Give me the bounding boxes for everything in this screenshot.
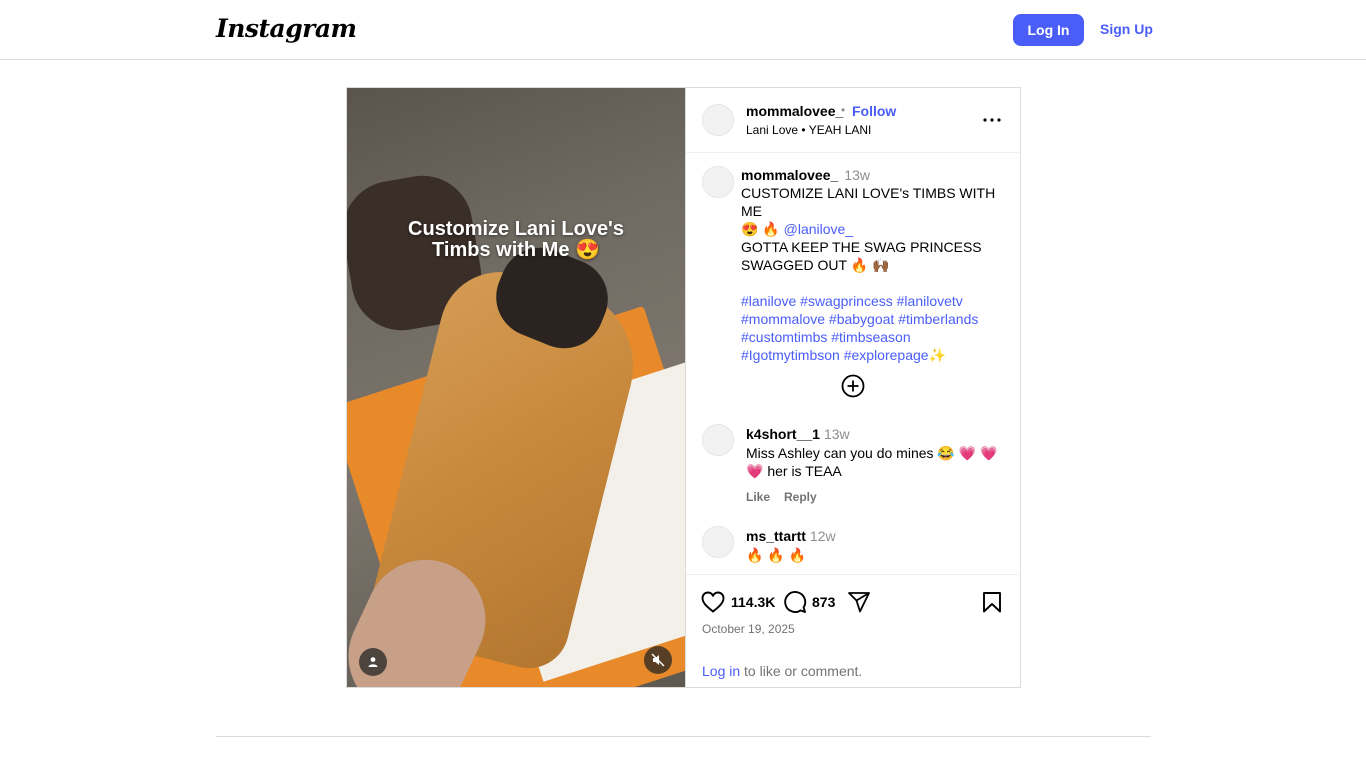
caption-line-1: CUSTOMIZE LANI LOVE's TIMBS WITH ME <box>741 185 996 219</box>
login-prompt: Log in to like or comment. <box>702 663 862 679</box>
follow-button[interactable]: Follow <box>852 103 896 119</box>
caption-username[interactable]: mommalovee_ <box>741 167 838 183</box>
comment-actions: Like Reply <box>746 490 831 504</box>
comment-avatar[interactable] <box>702 526 734 558</box>
login-button[interactable]: Log In <box>1013 14 1084 46</box>
load-more-comments-button[interactable] <box>841 374 865 398</box>
like-button[interactable] <box>700 589 726 615</box>
author-username[interactable]: mommalovee_ <box>746 103 843 119</box>
comment-icon <box>784 591 807 613</box>
comment-username[interactable]: ms_ttartt 12w <box>746 528 836 544</box>
header-separator: • <box>841 103 846 117</box>
caption-hashtags-1[interactable]: #lanilove #swagprincess #lanilovetv <box>741 292 1011 310</box>
comment-reply-button[interactable]: Reply <box>784 490 817 504</box>
share-icon <box>848 592 870 613</box>
save-button[interactable] <box>979 589 1005 615</box>
post-video[interactable]: Customize Lani Love's Timbs with Me 😍 <box>347 88 685 687</box>
top-navbar: Instagram Log In Sign Up <box>0 0 1366 60</box>
plus-circle-icon <box>841 374 865 398</box>
comment-username-text[interactable]: k4short__1 <box>746 426 820 442</box>
overlay-line-2: Timbs with Me 😍 <box>432 239 600 261</box>
more-options-button[interactable] <box>980 108 1004 132</box>
caption-hashtags-3[interactable]: #customtimbs #timbseason <box>741 328 1011 346</box>
comments-count[interactable]: 873 <box>812 594 835 610</box>
share-button[interactable] <box>846 589 872 615</box>
comment-avatar[interactable] <box>702 424 734 456</box>
post-date: October 19, 2025 <box>702 622 795 636</box>
author-avatar[interactable] <box>702 104 734 136</box>
caption-emoji: 😍 🔥 <box>741 221 784 237</box>
post-side-panel: mommalovee_ • Follow Lani Love • YEAH LA… <box>685 88 1021 687</box>
likes-count[interactable]: 114.3K <box>731 594 775 610</box>
caption-hashtags-2[interactable]: #mommalove #babygoat #timberlands <box>741 310 1011 328</box>
login-prompt-text: to like or comment. <box>740 663 863 679</box>
footer-divider <box>216 736 1151 737</box>
post-caption: mommalovee_ 13w CUSTOMIZE LANI LOVE's TIM… <box>741 166 1011 364</box>
comment-time: 12w <box>809 528 836 544</box>
video-overlay-text: Customize Lani Love's Timbs with Me 😍 <box>347 219 685 261</box>
sparkle-emoji: ✨ <box>928 347 946 363</box>
caption-line-4: SWAGGED OUT 🔥 🙌🏾 <box>741 257 890 273</box>
comment-username[interactable]: k4short__1 13w <box>746 426 850 442</box>
bookmark-icon <box>983 592 1001 613</box>
comment-button[interactable] <box>782 589 808 615</box>
user-tag-icon <box>368 657 378 667</box>
signup-link[interactable]: Sign Up <box>1100 21 1153 37</box>
overlay-line-1: Customize Lani Love's <box>408 218 624 240</box>
mute-toggle-button[interactable] <box>644 646 672 674</box>
caption-avatar[interactable] <box>702 166 734 198</box>
post-actions-footer: 114.3K 873 October 19, 2025 Log in to li… <box>686 574 1021 687</box>
more-options-icon <box>983 118 1001 122</box>
caption-hashtags-4[interactable]: #Igotmytimbson #explorepage <box>741 347 929 363</box>
user-tag-button[interactable] <box>359 648 387 676</box>
comment-username-text[interactable]: ms_ttartt <box>746 528 806 544</box>
caption-time: 13w <box>844 167 870 183</box>
post-card: Customize Lani Love's Timbs with Me 😍 mo… <box>346 87 1021 688</box>
audio-subtitle[interactable]: Lani Love • YEAH LANI <box>746 123 871 137</box>
heart-icon <box>701 591 725 613</box>
comment-text: Miss Ashley can you do mines 😂 💗 💗 💗 her… <box>746 445 998 479</box>
comment-like-button[interactable]: Like <box>746 490 770 504</box>
instagram-logo[interactable]: Instagram <box>216 14 357 43</box>
caption-line-3: GOTTA KEEP THE SWAG PRINCESS <box>741 239 982 255</box>
post-header: mommalovee_ • Follow Lani Love • YEAH LA… <box>686 88 1021 153</box>
caption-mention[interactable]: @lanilove_ <box>784 221 853 237</box>
comment-text: 🔥 🔥 🔥 <box>746 547 807 563</box>
comments-section[interactable]: mommalovee_ 13w CUSTOMIZE LANI LOVE's TIM… <box>686 154 1021 574</box>
comment-time: 13w <box>823 426 850 442</box>
login-prompt-link[interactable]: Log in <box>702 663 740 679</box>
muted-speaker-icon <box>651 653 665 667</box>
